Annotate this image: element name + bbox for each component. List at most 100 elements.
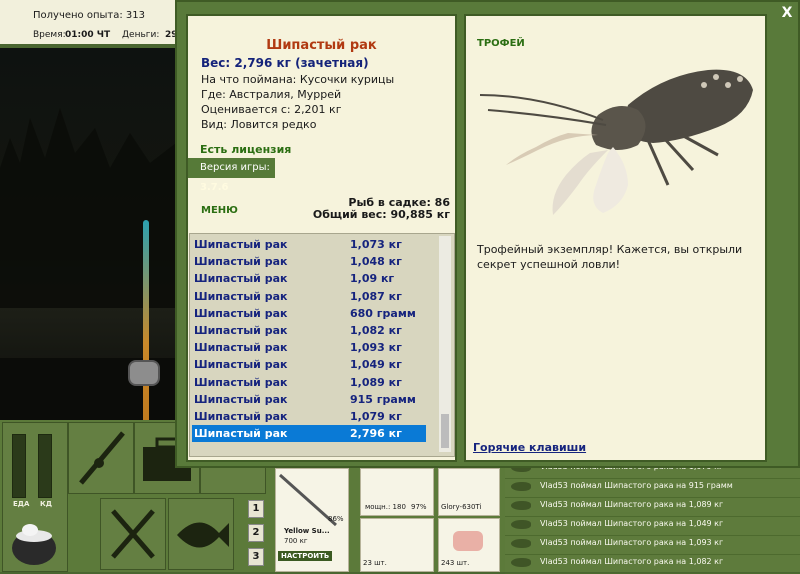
- time-value: 01:00 ЧТ: [65, 30, 111, 40]
- catch-row[interactable]: Шипастый рак 1,089 кг: [192, 374, 426, 391]
- fish-name: Шипастый рак: [266, 38, 377, 53]
- catch-row[interactable]: Шипастый рак 1,082 кг: [192, 322, 426, 339]
- feed-row: Vlad53 поймал Шипастого рака на 1,049 кг: [505, 515, 800, 536]
- reel-percent: 97%: [411, 503, 427, 511]
- catch-row-weight: 1,09 кг: [350, 272, 395, 286]
- cauldron-icon[interactable]: [8, 516, 60, 568]
- catch-row-weight: 1,049 кг: [350, 358, 402, 372]
- feed-row: Vlad53 поймал Шипастого рака на 915 грам…: [505, 477, 800, 498]
- fish-icon: [511, 501, 531, 510]
- crayfish-trophy-image: [479, 69, 753, 215]
- fish-icon: [511, 520, 531, 529]
- menu-link[interactable]: МЕНЮ: [201, 205, 238, 216]
- catch-row[interactable]: Шипастый рак 1,073 кг: [192, 236, 426, 253]
- catch-row-weight: 1,079 кг: [350, 410, 402, 423]
- catch-row-name: Шипастый рак: [194, 410, 288, 423]
- license-status: Есть лицензия: [200, 143, 292, 156]
- trophy-description: Трофейный экземпляр! Кажется, вы открыли…: [477, 243, 743, 271]
- catch-row-name: Шипастый рак: [194, 324, 288, 337]
- catch-row-name: Шипастый рак: [194, 358, 288, 372]
- reel-power: мощн.: 180: [365, 503, 406, 511]
- fish-weight: Вес: 2,796 кг (зачетная): [201, 56, 369, 70]
- fish-icon: [511, 482, 531, 491]
- fishing-rod-icon: [79, 431, 125, 485]
- bait-info: На что поймана: Кусочки курицы: [201, 73, 395, 86]
- catch-row[interactable]: Шипастый рак 1,093 кг: [192, 339, 426, 356]
- fish-tile[interactable]: [168, 498, 234, 570]
- fork-knife-icon: [111, 509, 155, 559]
- fish-icon: [511, 558, 531, 567]
- bait-count: 243 шт.: [441, 559, 470, 567]
- version-value: 3.7.6: [200, 182, 229, 193]
- catch-row[interactable]: Шипастый рак 1,09 кг: [192, 270, 426, 287]
- feed-row: Vlad53 поймал Шипастого рака на 1,082 кг: [505, 553, 800, 574]
- setup-button[interactable]: НАСТРОИТЬ: [278, 551, 333, 561]
- catch-row[interactable]: Шипастый рак 1,087 кг: [192, 288, 426, 305]
- catch-row-weight: 1,073 кг: [350, 238, 402, 251]
- money-label: Деньги:: [122, 30, 160, 40]
- catch-row-name: Шипастый рак: [194, 392, 288, 406]
- fishing-rod[interactable]: [143, 220, 149, 425]
- catch-row[interactable]: Шипастый рак 1,048 кг: [192, 253, 426, 270]
- reel-slot[interactable]: мощн.: 180 97%: [360, 468, 434, 516]
- catch-row[interactable]: Шипастый рак 1,049 кг: [192, 356, 426, 373]
- catch-row-name: Шипастый рак: [194, 255, 288, 269]
- kd-meter: [38, 434, 52, 498]
- catch-feed: Vlad53 поймал Шипастого рака на 1,079 кг…: [505, 458, 800, 574]
- slot-button-1[interactable]: 1: [248, 500, 264, 518]
- feed-row: Vlad53 поймал Шипастого рака на 1,089 кг: [505, 496, 800, 517]
- bait-slot[interactable]: 243 шт.: [438, 518, 500, 572]
- catch-row[interactable]: Шипастый рак 915 грамм: [192, 391, 426, 408]
- food-meter: [12, 434, 26, 498]
- catch-row-name: Шипастый рак: [194, 306, 288, 320]
- bait-image: [453, 531, 483, 551]
- catch-row-name: Шипастый рак: [194, 341, 288, 355]
- catch-row[interactable]: Шипастый рак 680 грамм: [192, 305, 426, 322]
- slot-button-2[interactable]: 2: [248, 524, 264, 542]
- hotkeys-link[interactable]: Горячие клавиши: [473, 441, 586, 454]
- catch-row-weight: 2,796 кг: [350, 427, 402, 441]
- trophy-title: ТРОФЕЙ: [477, 38, 525, 49]
- line-slot[interactable]: Glory-630Ti: [438, 468, 500, 516]
- game-version: Версия игры: 3.7.6: [188, 158, 275, 193]
- catch-row-weight: 1,048 кг: [350, 255, 402, 269]
- rod-length: 700 кг: [284, 537, 308, 545]
- rod-slot[interactable]: Yellow Su... 700 кг 86% НАСТРОИТЬ: [275, 468, 349, 572]
- catch-row-weight: 680 грамм: [350, 306, 416, 320]
- rod-name: Yellow Su...: [284, 527, 330, 535]
- catch-row-weight: 1,089 кг: [350, 375, 402, 389]
- fishing-reel[interactable]: [128, 360, 160, 386]
- fish-icon: [511, 539, 531, 548]
- catch-row[interactable]: Шипастый рак 1,079 кг: [192, 408, 426, 425]
- scrollbar-thumb[interactable]: [441, 414, 449, 448]
- rated-from-info: Оценивается с: 2,201 кг: [201, 103, 342, 116]
- catch-row-name: Шипастый рак: [194, 272, 288, 286]
- close-icon[interactable]: X: [778, 4, 796, 22]
- food-tile[interactable]: [100, 498, 166, 570]
- fish-icon: [177, 522, 229, 548]
- hook-count: 23 шт.: [363, 559, 387, 567]
- food-meter-label: ЕДА: [13, 500, 30, 508]
- catch-row-weight: 915 грамм: [350, 392, 416, 406]
- location-info: Где: Австралия, Муррей: [201, 88, 342, 101]
- feed-row: Vlad53 поймал Шипастого рака на 1,093 кг: [505, 534, 800, 555]
- catch-row-weight: 1,093 кг: [350, 341, 402, 355]
- keepnet-weight: Общий вес: 90,885 кг: [312, 208, 450, 221]
- catch-row-weight: 1,087 кг: [350, 289, 402, 303]
- rod-slot-tile[interactable]: [68, 422, 134, 494]
- version-label: Версия игры:: [200, 162, 270, 173]
- catch-row-name: Шипастый рак: [194, 289, 288, 303]
- catch-row-name: Шипастый рак: [194, 375, 288, 389]
- line-name: Glory-630Ti: [441, 503, 482, 511]
- catch-row-weight: 1,082 кг: [350, 324, 402, 337]
- catch-row-name: Шипастый рак: [194, 427, 288, 441]
- rod-percent: 86%: [328, 515, 344, 523]
- species-info: Вид: Ловится редко: [201, 118, 317, 131]
- slot-button-3[interactable]: 3: [248, 548, 264, 566]
- keepnet-summary: Рыб в садке: 86 Общий вес: 90,885 кг: [300, 197, 450, 221]
- kd-meter-label: КД: [40, 500, 52, 508]
- time-label: Время:: [33, 30, 66, 40]
- catch-row-selected[interactable]: Шипастый рак 2,796 кг: [192, 425, 426, 443]
- catch-row-name: Шипастый рак: [194, 238, 288, 251]
- hook-slot[interactable]: 23 шт.: [360, 518, 434, 572]
